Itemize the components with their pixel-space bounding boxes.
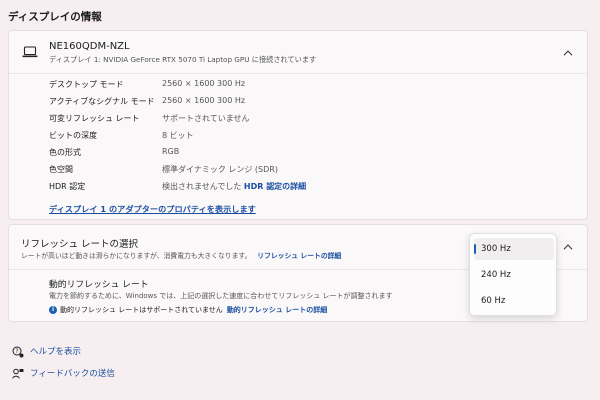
chevron-up-icon[interactable] [563, 244, 573, 250]
help-icon: ? [12, 346, 24, 357]
property-label: ビットの深度 [49, 131, 97, 140]
property-value: 検出されませんでした HDR 認定の詳細 [162, 181, 306, 192]
hdr-certification-link[interactable]: HDR 認定の詳細 [244, 182, 306, 191]
svg-text:?: ? [15, 348, 18, 355]
section-title: ディスプレイの情報 [8, 11, 102, 23]
display-name: NE160QDM-NZL [49, 41, 130, 52]
refresh-rate-desc-text: レートが高いほど動きは滑らかになりますが、消費電力も大きくなります。 [21, 252, 252, 260]
chevron-up-icon[interactable] [563, 50, 573, 56]
property-label: アクティブなシグナル モード [49, 97, 155, 106]
property-value: RGB [162, 147, 180, 156]
property-value: サポートされていません [162, 114, 250, 123]
feedback-icon [12, 368, 24, 379]
property-label: 色空間 [49, 165, 73, 174]
property-value: 2560 × 1600 300 Hz [162, 96, 246, 105]
dynamic-refresh-info: i 動的リフレッシュ レートはサポートされていません 動的リフレッシュ レートの詳細 [49, 305, 327, 315]
display-info-card: NE160QDM-NZL ディスプレイ 1: NVIDIA GeForce RT… [8, 30, 588, 220]
property-value: 標準ダイナミック レンジ (SDR) [162, 165, 278, 174]
refresh-rate-option[interactable]: 60 Hz [474, 290, 554, 312]
display-header[interactable]: NE160QDM-NZL ディスプレイ 1: NVIDIA GeForce RT… [9, 31, 587, 74]
property-label: 可変リフレッシュ レート [49, 114, 140, 123]
hdr-status: 検出されませんでした [162, 182, 242, 191]
display-subtitle: ディスプレイ 1: NVIDIA GeForce RTX 5070 Ti Lap… [49, 55, 317, 64]
property-label: HDR 認定 [49, 182, 86, 191]
dynamic-refresh-description: 電力を節約するために、Windows では、上記の選択した速度に合わせてリフレッ… [49, 292, 393, 300]
dynamic-refresh-details-link[interactable]: 動的リフレッシュ レートの詳細 [227, 306, 327, 314]
feedback-link-label: フィードバックの送信 [30, 369, 115, 379]
dynamic-refresh-title: 動的リフレッシュ レート [49, 280, 149, 290]
property-label: デスクトップ モード [49, 80, 124, 89]
refresh-rate-dropdown[interactable]: 300 Hz 240 Hz 60 Hz [469, 233, 557, 316]
property-value: 8 ビット [162, 131, 194, 140]
property-label: 色の形式 [49, 148, 81, 157]
refresh-rate-description: レートが高いほど動きは滑らかになりますが、消費電力も大きくなります。 リフレッシュ… [21, 250, 341, 260]
refresh-rate-option[interactable]: 300 Hz [474, 238, 554, 260]
refresh-rate-details-link[interactable]: リフレッシュ レートの詳細 [257, 252, 341, 260]
info-icon: i [49, 306, 57, 314]
refresh-rate-title: リフレッシュ レートの選択 [21, 239, 139, 250]
property-value: 2560 × 1600 300 Hz [162, 79, 246, 88]
refresh-rate-option[interactable]: 240 Hz [474, 264, 554, 286]
help-link[interactable]: ? ヘルプを表示 [12, 345, 81, 358]
laptop-icon [22, 46, 38, 58]
help-link-label: ヘルプを表示 [30, 347, 82, 357]
dynamic-refresh-info-text: 動的リフレッシュ レートはサポートされていません [60, 306, 223, 314]
feedback-link[interactable]: フィードバックの送信 [12, 367, 115, 380]
adapter-properties-link[interactable]: ディスプレイ 1 のアダプターのプロパティを表示します [49, 203, 256, 215]
